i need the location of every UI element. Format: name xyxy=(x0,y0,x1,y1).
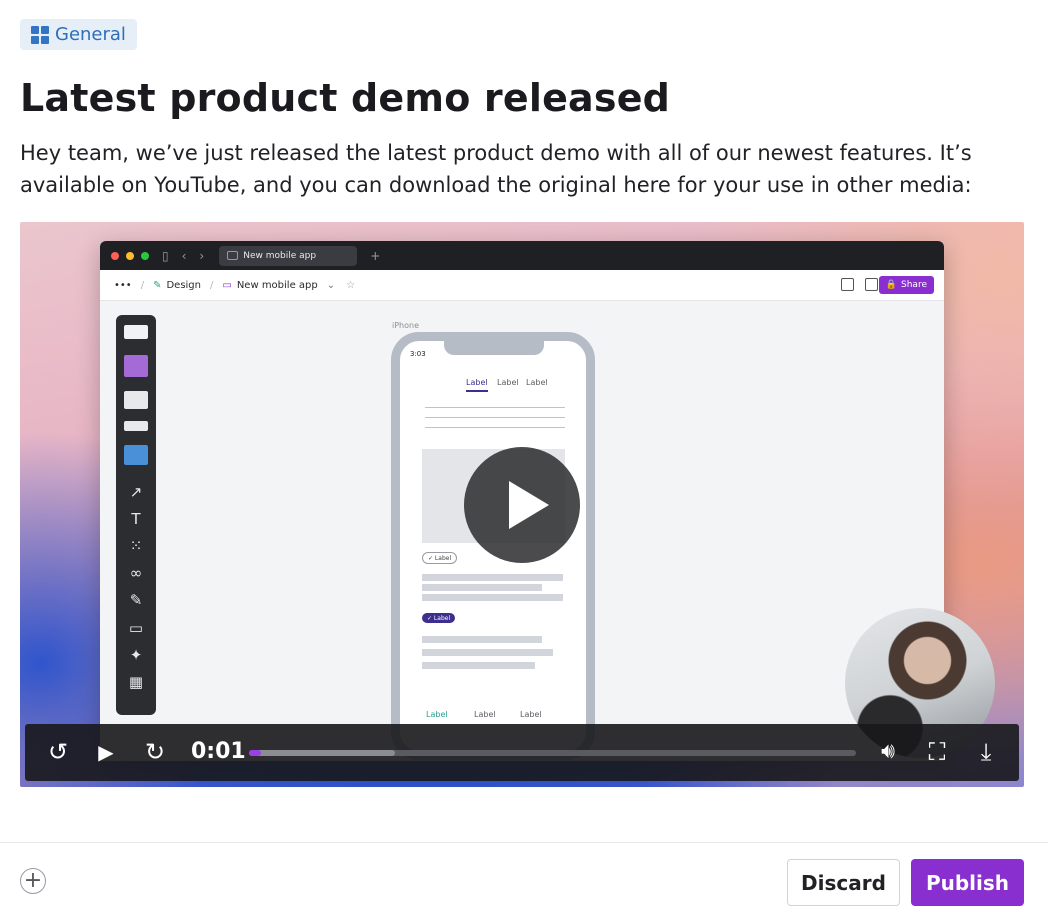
whiteboard-icon xyxy=(227,251,239,260)
more-icon: ••• xyxy=(114,279,132,291)
breadcrumb-design: Design xyxy=(166,279,201,291)
phone-text-placeholder xyxy=(422,574,563,581)
window-tab-title: New mobile app xyxy=(243,250,317,261)
breadcrumb-file: New mobile app xyxy=(236,279,318,291)
phone-chip-filled: ✓ Label xyxy=(422,613,456,623)
text-tool-icon: T xyxy=(131,510,141,528)
post-body: Hey team, we’ve just released the latest… xyxy=(20,141,972,197)
play-icon xyxy=(509,481,549,529)
volume-icon[interactable]: 🔊︎ xyxy=(873,737,903,767)
arrow-tool-icon: ↗ xyxy=(129,483,143,501)
video-controls: ↺ ▶ ↻ 0:01 🔊︎ ⛶ ⤓ xyxy=(25,724,1019,781)
window-titlebar: ▯ ‹ › New mobile app + xyxy=(100,241,944,270)
add-attachment-button[interactable]: + xyxy=(20,868,46,894)
maximize-dot-icon xyxy=(141,251,149,260)
frame-tool-icon: ▭ xyxy=(128,619,144,637)
plus-icon: + xyxy=(23,868,43,893)
template-tool-icon xyxy=(124,445,148,465)
publish-button[interactable]: Publish xyxy=(911,859,1024,906)
footer-divider xyxy=(0,842,1048,843)
comment-icon xyxy=(865,278,878,291)
phone-divider xyxy=(425,427,565,428)
component-tool-icon xyxy=(124,421,148,431)
video-player[interactable]: ▯ ‹ › New mobile app + ••• / ✎ Design / … xyxy=(20,222,1024,787)
current-time: 0:01 xyxy=(191,739,246,764)
phone-text-placeholder xyxy=(422,649,553,656)
buffered-bar xyxy=(249,750,395,756)
lock-icon: 🔒 xyxy=(885,280,898,290)
pencil-icon: ✎ xyxy=(153,279,162,291)
sticky-note-tool-icon xyxy=(124,355,148,377)
whiteboard-icon: ▭ xyxy=(222,279,232,291)
sidebar-toggle-icon: ▯ xyxy=(162,248,169,263)
phone-text-placeholder xyxy=(422,594,563,601)
phone-divider xyxy=(425,417,565,418)
discard-button[interactable]: Discard xyxy=(787,859,900,906)
phone-tab: Label xyxy=(497,378,519,387)
new-tab-icon: + xyxy=(370,248,381,263)
fullscreen-icon[interactable]: ⛶ xyxy=(922,737,952,767)
forward-arrow-icon: › xyxy=(199,248,205,263)
play-icon[interactable]: ▶ xyxy=(91,737,121,767)
frame-label: iPhone xyxy=(392,321,420,330)
channel-tag[interactable]: General xyxy=(20,19,137,50)
grid-icon xyxy=(31,25,49,44)
layout-tool-icon: ▦ xyxy=(128,673,144,691)
phone-notch xyxy=(444,339,544,355)
phone-nav-item: Label xyxy=(426,710,448,719)
chevron-down-icon: ⌄ xyxy=(326,279,336,291)
link-tool-icon: ∞ xyxy=(129,564,143,582)
grid-tool-icon: ⁙ xyxy=(129,537,143,555)
phone-text-placeholder xyxy=(422,584,542,591)
window-tab: New mobile app xyxy=(219,245,358,266)
close-dot-icon xyxy=(111,251,119,260)
pen-tool-icon: ✎ xyxy=(129,591,143,609)
present-icon xyxy=(841,278,854,291)
phone-tab: Label xyxy=(526,378,548,387)
share-label: Share xyxy=(901,280,927,290)
minimize-dot-icon xyxy=(126,251,134,260)
fast-forward-icon[interactable]: ↻ xyxy=(140,737,170,767)
tool-sidebar: ↗ T ⁙ ∞ ✎ ▭ ✦ ▦ xyxy=(116,315,156,715)
phone-time: 3:03 xyxy=(410,350,426,358)
progress-bar xyxy=(249,750,262,756)
download-icon[interactable]: ⤓ xyxy=(971,737,1001,767)
phone-text-placeholder xyxy=(422,662,535,669)
post-title: Latest product demo released xyxy=(20,76,671,120)
sparkle-tool-icon: ✦ xyxy=(129,646,143,664)
app-toolbar: ••• / ✎ Design / ▭ New mobile app ⌄ ☆ 🔒 … xyxy=(100,270,944,301)
share-button: 🔒 Share xyxy=(878,276,934,294)
channel-tag-label: General xyxy=(55,24,126,45)
breadcrumb: ••• / ✎ Design / ▭ New mobile app ⌄ ☆ xyxy=(114,279,356,291)
play-overlay-button[interactable] xyxy=(464,447,580,563)
phone-text-placeholder xyxy=(422,636,542,643)
device-frame-tool-icon xyxy=(124,391,148,409)
progress-track[interactable] xyxy=(249,750,856,756)
back-arrow-icon: ‹ xyxy=(181,248,187,263)
phone-tab: Label xyxy=(466,378,488,392)
phone-nav-item: Label xyxy=(474,710,496,719)
phone-chip-outline: ✓ Label xyxy=(422,552,458,564)
rewind-icon[interactable]: ↺ xyxy=(43,737,73,767)
star-icon: ☆ xyxy=(346,279,356,291)
phone-divider xyxy=(425,407,565,408)
phone-nav-item: Label xyxy=(520,710,542,719)
shapes-tool-icon xyxy=(124,325,148,339)
